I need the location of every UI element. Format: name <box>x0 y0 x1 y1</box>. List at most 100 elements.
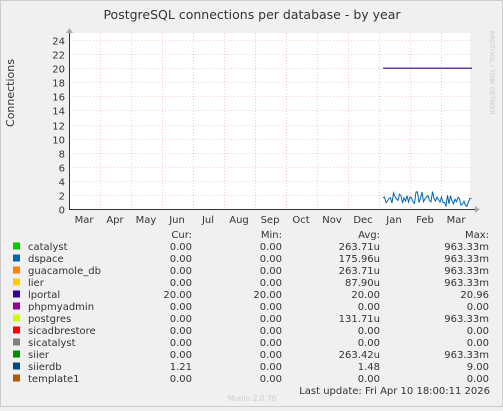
legend-value: 0.00 <box>260 278 282 289</box>
y-tick-label: 4 <box>59 178 65 189</box>
footer: Munin 2.0.76 <box>227 394 276 403</box>
legend-swatch <box>13 350 20 358</box>
legend-value: 20.00 <box>253 290 282 301</box>
y-tick-label: 14 <box>52 107 65 118</box>
legend-value: 0.00 <box>260 302 282 313</box>
y-axis-label: Connections <box>4 59 17 127</box>
legend-value: 0.00 <box>170 350 192 361</box>
legend-swatch <box>13 302 20 310</box>
legend-value: 1.21 <box>170 362 192 373</box>
legend-value: 9.00 <box>467 362 489 373</box>
legend-value: 0.00 <box>170 242 192 253</box>
legend-swatch <box>13 362 20 370</box>
legend-value: 1.48 <box>358 362 380 373</box>
legend-item-lportal: lportal <box>28 290 60 301</box>
legend-value: 87.90u <box>345 278 380 289</box>
legend-value: 0.00 <box>170 314 192 325</box>
x-tick-label: Oct <box>292 215 309 226</box>
x-tick-label: May <box>136 215 157 226</box>
legend-value: 0.00 <box>260 338 282 349</box>
legend-value: 20.96 <box>460 290 489 301</box>
legend-swatch <box>13 266 20 274</box>
legend-value: 0.00 <box>260 326 282 337</box>
legend-value: 0.00 <box>467 338 489 349</box>
legend-value: 131.71u <box>339 314 380 325</box>
x-tick-label: Jan <box>385 215 401 226</box>
legend-item-dspace: dspace <box>28 254 64 265</box>
legend-item-siierdb: siierdb <box>28 362 62 373</box>
legend-swatch <box>13 338 20 346</box>
legend-value: 263.71u <box>339 242 380 253</box>
y-tick-label: 2 <box>59 192 65 203</box>
legend-value: 175.96u <box>339 254 380 265</box>
legend-value: 0.00 <box>260 266 282 277</box>
legend-value: 0.00 <box>260 362 282 373</box>
y-tick-label: 20 <box>52 65 65 76</box>
x-tick-label: Nov <box>322 215 342 226</box>
legend-swatch <box>13 374 20 382</box>
y-tick-label: 16 <box>52 93 65 104</box>
legend-item-postgres: postgres <box>28 314 71 325</box>
legend-value: 0.00 <box>260 314 282 325</box>
x-tick-label: Mar <box>447 215 467 226</box>
legend-header-avg: Avg: <box>358 230 380 241</box>
y-tick-label: 10 <box>52 136 65 147</box>
legend-header-cur: Cur: <box>171 230 192 241</box>
y-tick-label: 18 <box>52 79 65 90</box>
legend-value: 0.00 <box>260 254 282 265</box>
legend-value: 0.00 <box>170 338 192 349</box>
legend-value: 0.00 <box>170 278 192 289</box>
legend-swatch <box>13 290 20 298</box>
legend-value: 0.00 <box>170 254 192 265</box>
legend-value: 0.00 <box>467 302 489 313</box>
legend-value: 0.00 <box>260 242 282 253</box>
legend-value: 0.00 <box>467 374 489 385</box>
legend-item-template1: template1 <box>28 374 80 385</box>
legend-value: 0.00 <box>358 338 380 349</box>
legend-header: Cur: Min: Avg: Max: <box>171 230 489 241</box>
legend-swatch <box>13 278 20 286</box>
munin-graph: PostgreSQL connections per database - by… <box>4 7 496 403</box>
y-tick-labels: 024681012141618202224 <box>52 37 65 217</box>
x-tick-label: Aug <box>229 215 249 226</box>
legend-value: 963.33m <box>444 242 489 253</box>
legend-value: 0.00 <box>358 374 380 385</box>
x-tick-label: Jul <box>201 215 214 226</box>
legend-value: 0.00 <box>260 350 282 361</box>
x-tick-labels: Mar Apr May Jun Jul Aug Sep Oct Nov Dec Jan Feb Mar <box>75 215 467 226</box>
legend-swatch <box>13 326 20 334</box>
legend-value: 20.00 <box>163 290 192 301</box>
x-tick-label: Mar <box>75 215 95 226</box>
x-tick-label: Apr <box>106 215 124 226</box>
x-tick-label: Dec <box>353 215 372 226</box>
legend-value: 963.33m <box>444 314 489 325</box>
legend-value: 0.00 <box>170 374 192 385</box>
legend-item-sicatalyst: sicatalyst <box>28 338 76 349</box>
legend-value: 0.00 <box>358 326 380 337</box>
chart-title: PostgreSQL connections per database - by… <box>103 7 401 22</box>
legend-value: 0.00 <box>260 374 282 385</box>
legend-value: 0.00 <box>170 266 192 277</box>
watermark: RRDTOOL / TOBI OETIKER <box>488 31 496 115</box>
legend-item-phpmyadmin: phpmyadmin <box>28 302 94 313</box>
legend-value: 963.33m <box>444 254 489 265</box>
legend-value: 20.00 <box>351 290 380 301</box>
x-tick-label: Sep <box>261 215 280 226</box>
y-tick-label: 6 <box>59 164 65 175</box>
legend-swatch <box>13 254 20 262</box>
y-tick-label: 22 <box>52 51 65 62</box>
legend-item-lier: lier <box>28 278 45 289</box>
legend-value: 0.00 <box>467 326 489 337</box>
legend-value: 263.42u <box>339 350 380 361</box>
legend-item-siier: siier <box>28 350 50 361</box>
plot-area <box>69 33 470 210</box>
legend: catalyst 0.00 0.00 263.71u 963.33mdspace 0.00… <box>13 242 489 385</box>
legend-item-catalyst: catalyst <box>28 242 68 253</box>
legend-value: 0.00 <box>170 302 192 313</box>
legend-header-min: Min: <box>261 230 282 241</box>
legend-header-max: Max: <box>465 230 489 241</box>
legend-item-guacamole_db: guacamole_db <box>28 266 101 277</box>
legend-item-sicadbrestore: sicadbrestore <box>28 326 96 337</box>
last-update: Last update: Fri Apr 10 18:00:11 2026 <box>299 386 490 397</box>
legend-value: 263.71u <box>339 266 380 277</box>
